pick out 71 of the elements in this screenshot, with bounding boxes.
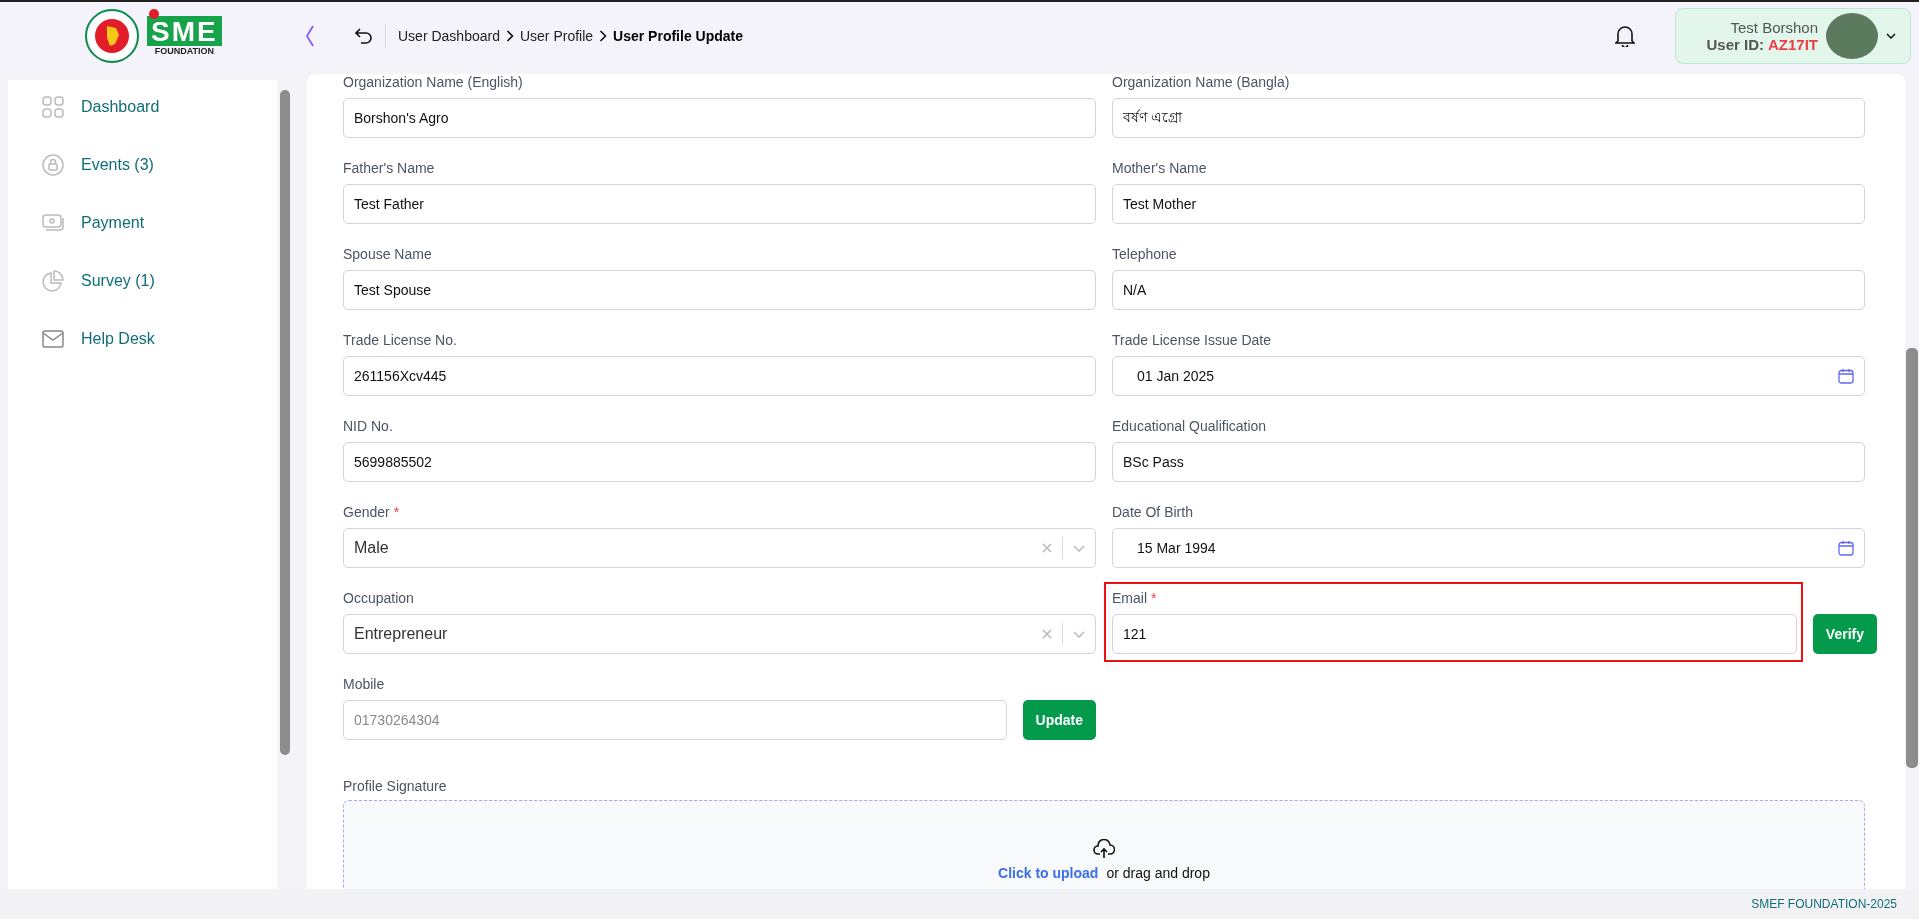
sidebar-item[interactable]: Payment bbox=[8, 204, 277, 242]
required-mark: * bbox=[1151, 590, 1157, 606]
field-label: Gender bbox=[343, 504, 390, 520]
field-label: Telephone bbox=[1112, 246, 1177, 262]
date-field[interactable]: 15 Mar 1994 bbox=[1112, 528, 1865, 568]
chevron-right-icon bbox=[505, 30, 514, 42]
clear-icon[interactable] bbox=[1042, 543, 1052, 553]
logo-letters: SME bbox=[147, 16, 222, 46]
sidebar-item[interactable]: Events (3) bbox=[8, 146, 277, 184]
dropzone-text: or drag and drop bbox=[1106, 865, 1210, 881]
logo-subtitle: FOUNDATION bbox=[154, 46, 214, 56]
input-field[interactable]: Test Spouse bbox=[343, 270, 1096, 310]
input-field[interactable]: Test Mother bbox=[1112, 184, 1865, 224]
emblem-icon bbox=[85, 9, 139, 63]
select-field[interactable]: Male bbox=[343, 528, 1096, 568]
upload-link[interactable]: Click to upload bbox=[998, 865, 1099, 881]
input-field[interactable]: বর্ষণ এগ্রো bbox=[1112, 98, 1865, 138]
pie-chart-icon bbox=[42, 270, 64, 292]
lock-icon bbox=[42, 154, 64, 176]
required-mark: * bbox=[393, 504, 400, 520]
date-field[interactable]: 01 Jan 2025 bbox=[1112, 356, 1865, 396]
field-label: Occupation bbox=[343, 590, 414, 606]
input-field[interactable]: 5699885502 bbox=[343, 442, 1096, 482]
input-field[interactable]: BSc Pass bbox=[1112, 442, 1865, 482]
mail-icon bbox=[42, 330, 64, 348]
logo-dot bbox=[149, 9, 159, 19]
field-label: Profile Signature bbox=[343, 778, 448, 794]
input-field[interactable]: 261156Xcv445 bbox=[343, 356, 1096, 396]
back-icon[interactable] bbox=[355, 28, 373, 44]
field-label: Email bbox=[1112, 590, 1147, 606]
calendar-icon bbox=[1838, 368, 1854, 384]
user-menu[interactable]: Test Borshon User ID: AZ17IT bbox=[1675, 8, 1911, 64]
field-label: Mobile bbox=[343, 676, 385, 692]
sidebar-item[interactable]: Help Desk bbox=[8, 320, 277, 358]
field-label: Trade License No. bbox=[343, 332, 457, 348]
notification-bell-icon[interactable] bbox=[1615, 25, 1635, 47]
field-label: Father's Name bbox=[343, 160, 435, 176]
field-label: NID No. bbox=[343, 418, 393, 434]
breadcrumb-link[interactable]: User Dashboard bbox=[398, 28, 500, 44]
clear-icon[interactable] bbox=[1042, 629, 1052, 639]
user-id-label: User ID: bbox=[1706, 36, 1764, 53]
field-label: Trade License Issue Date bbox=[1112, 332, 1271, 348]
select-field[interactable]: Entrepreneur bbox=[343, 614, 1096, 654]
chevron-down-icon bbox=[1886, 33, 1896, 39]
sidebar-item[interactable]: Dashboard bbox=[8, 88, 277, 126]
user-name: Test Borshon bbox=[1730, 19, 1818, 36]
cloud-upload-icon bbox=[1093, 839, 1115, 859]
user-id: AZ17IT bbox=[1768, 36, 1818, 53]
chevron-down-icon[interactable] bbox=[1073, 630, 1085, 638]
upload-dropzone[interactable]: Click to upload or drag and drop bbox=[343, 800, 1865, 889]
input-field[interactable]: Borshon's Agro bbox=[343, 98, 1096, 138]
field-label: Spouse Name bbox=[343, 246, 432, 262]
breadcrumb-link[interactable]: User Profile bbox=[519, 28, 594, 44]
chevron-right-icon bbox=[599, 30, 608, 42]
input-field[interactable]: N/A bbox=[1112, 270, 1865, 310]
avatar bbox=[1826, 13, 1878, 59]
grid-icon bbox=[42, 96, 64, 118]
collapse-chevron-icon[interactable] bbox=[305, 25, 315, 47]
field-label: Organization Name (English) bbox=[343, 74, 523, 90]
sidebar-item[interactable]: Survey (1) bbox=[8, 262, 277, 300]
field-label: Mother's Name bbox=[1112, 160, 1207, 176]
action-button[interactable]: Verify bbox=[1812, 614, 1877, 654]
input-field[interactable]: 121 bbox=[1112, 614, 1797, 654]
field-label: Date Of Birth bbox=[1112, 504, 1193, 520]
chevron-down-icon[interactable] bbox=[1073, 544, 1085, 552]
footer-text: SMEF FOUNDATION-2025 bbox=[1751, 897, 1897, 911]
calendar-icon bbox=[1838, 540, 1854, 556]
field-label: Organization Name (Bangla) bbox=[1112, 74, 1290, 90]
input-field[interactable]: Test Father bbox=[343, 184, 1096, 224]
cash-icon bbox=[42, 212, 64, 234]
field-label: Educational Qualification bbox=[1112, 418, 1267, 434]
